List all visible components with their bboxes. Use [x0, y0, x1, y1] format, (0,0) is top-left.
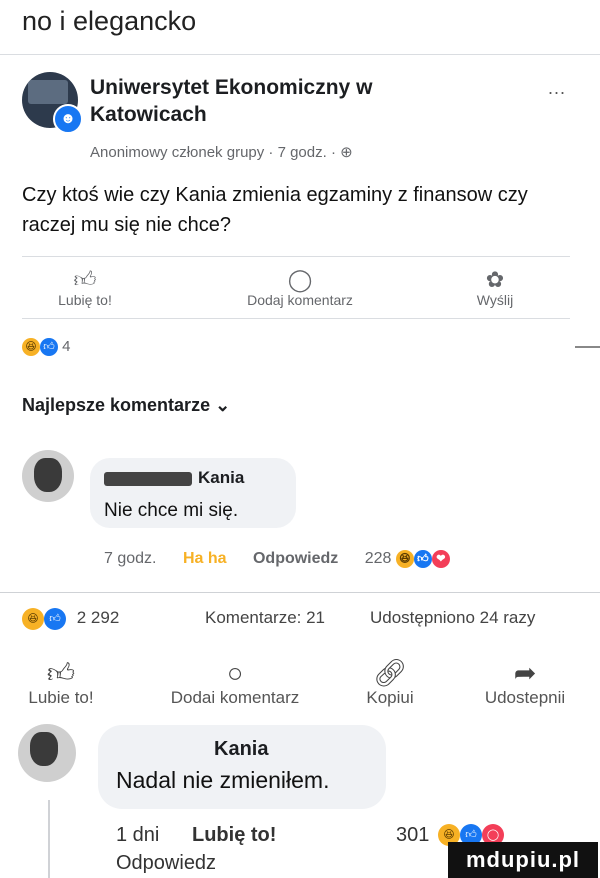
- comment-icon: ○: [226, 658, 244, 688]
- like-reaction-icon: 👍︎: [40, 338, 58, 357]
- comment-text: Nadal nie zmieniłem.: [116, 767, 330, 793]
- comment-reaction-count: 301: [396, 824, 430, 846]
- caption-divider: [0, 54, 600, 55]
- more-options-icon[interactable]: ...: [548, 78, 566, 99]
- post-meta: Anonimowy członek grupy · 7 godz. · ⊕: [90, 144, 353, 161]
- screenshot-divider: [0, 592, 600, 593]
- comment-label: Dodaj komentarz: [247, 292, 353, 308]
- comment-author-row: Kania: [104, 468, 244, 488]
- comment-text: Nie chce mi się.: [104, 500, 239, 521]
- post-divider: [22, 256, 570, 257]
- meme-caption: no i elegancko: [22, 6, 197, 36]
- group-name[interactable]: Uniwersytet Ekonomiczny w Katowicach: [90, 74, 470, 128]
- copy-link-button[interactable]: 🔗︎ Kopiui: [350, 658, 430, 708]
- comment-time: 1 dni: [116, 824, 160, 846]
- post-reactions[interactable]: 😆︎ 👍︎ 4: [22, 338, 71, 357]
- shares-count[interactable]: Udostępniono 24 razy: [370, 608, 535, 628]
- copy-label: Kopiui: [366, 688, 414, 707]
- reply-link[interactable]: Odpowiedz: [253, 550, 338, 567]
- haha-reaction-icon: 😆︎: [395, 550, 414, 568]
- comment-actions: 7 godz. Ha ha Odpowiedz 228 😆︎ 👍︎ ❤︎: [104, 550, 450, 568]
- like-label: Lubie to!: [28, 688, 94, 707]
- post-text: Czy ktoś wie czy Kania zmienia egzaminy …: [22, 184, 528, 236]
- haha-reaction-link[interactable]: Ha ha: [183, 550, 227, 567]
- love-reaction-icon: ❤︎: [431, 550, 450, 568]
- comment-icon: ◯: [287, 267, 313, 292]
- thread-line: [48, 800, 50, 878]
- scroll-indicator: [575, 346, 600, 348]
- like-icon: 👍︎: [46, 658, 76, 688]
- link-icon: 🔗︎: [372, 658, 408, 688]
- watermark-logo: mdupiu.pl: [448, 842, 598, 878]
- best-comments-toggle[interactable]: Najlepsze komentarze ⌄: [22, 395, 230, 416]
- send-label: Wyślij: [476, 292, 514, 308]
- comments-count[interactable]: Komentarze: 21: [205, 608, 325, 628]
- messenger-icon: ✿: [485, 267, 505, 292]
- post-reaction-count: 4: [62, 338, 71, 355]
- like-label: Lubię to!: [58, 292, 112, 308]
- anonymous-member-icon: ☻: [53, 104, 83, 134]
- share-icon: ➦︎: [513, 658, 537, 688]
- comment-time: 7 godz.: [104, 550, 157, 568]
- actions-divider: [22, 318, 570, 319]
- reactions-count: 2 292: [76, 608, 120, 628]
- reply-link[interactable]: Odpowiedz: [116, 852, 216, 875]
- reactions-summary[interactable]: 😆︎ 👍︎ 2 292: [22, 608, 119, 630]
- comment-button[interactable]: ◯ Dodaj komentarz: [230, 267, 370, 309]
- like-reaction-icon: 👍︎: [44, 608, 66, 630]
- redacted-name-bar: [104, 471, 192, 486]
- share-label: Udostepnii: [484, 688, 566, 707]
- comment-author[interactable]: Kania: [214, 738, 268, 761]
- comment-button[interactable]: ○ Dodai komentarz: [150, 658, 320, 708]
- haha-reaction-icon: 😆︎: [22, 338, 40, 357]
- like-reaction-icon: 👍︎: [413, 550, 432, 568]
- like-button[interactable]: 👍︎ Lubię to!: [40, 267, 130, 309]
- haha-reaction-icon: 😆︎: [22, 608, 44, 630]
- like-icon: 👍︎: [73, 267, 97, 292]
- like-link[interactable]: Lubię to!: [192, 824, 276, 847]
- share-button[interactable]: ➦︎ Udostepnii: [465, 658, 585, 708]
- avatar[interactable]: [22, 450, 74, 502]
- comment-label: Dodai komentarz: [170, 688, 300, 707]
- like-button[interactable]: 👍︎ Lubie to!: [16, 658, 106, 708]
- send-button[interactable]: ✿ Wyślij: [455, 267, 535, 309]
- comment-reaction-count: 228: [364, 550, 392, 568]
- comment-author[interactable]: Kania: [198, 468, 244, 487]
- avatar[interactable]: [18, 724, 76, 782]
